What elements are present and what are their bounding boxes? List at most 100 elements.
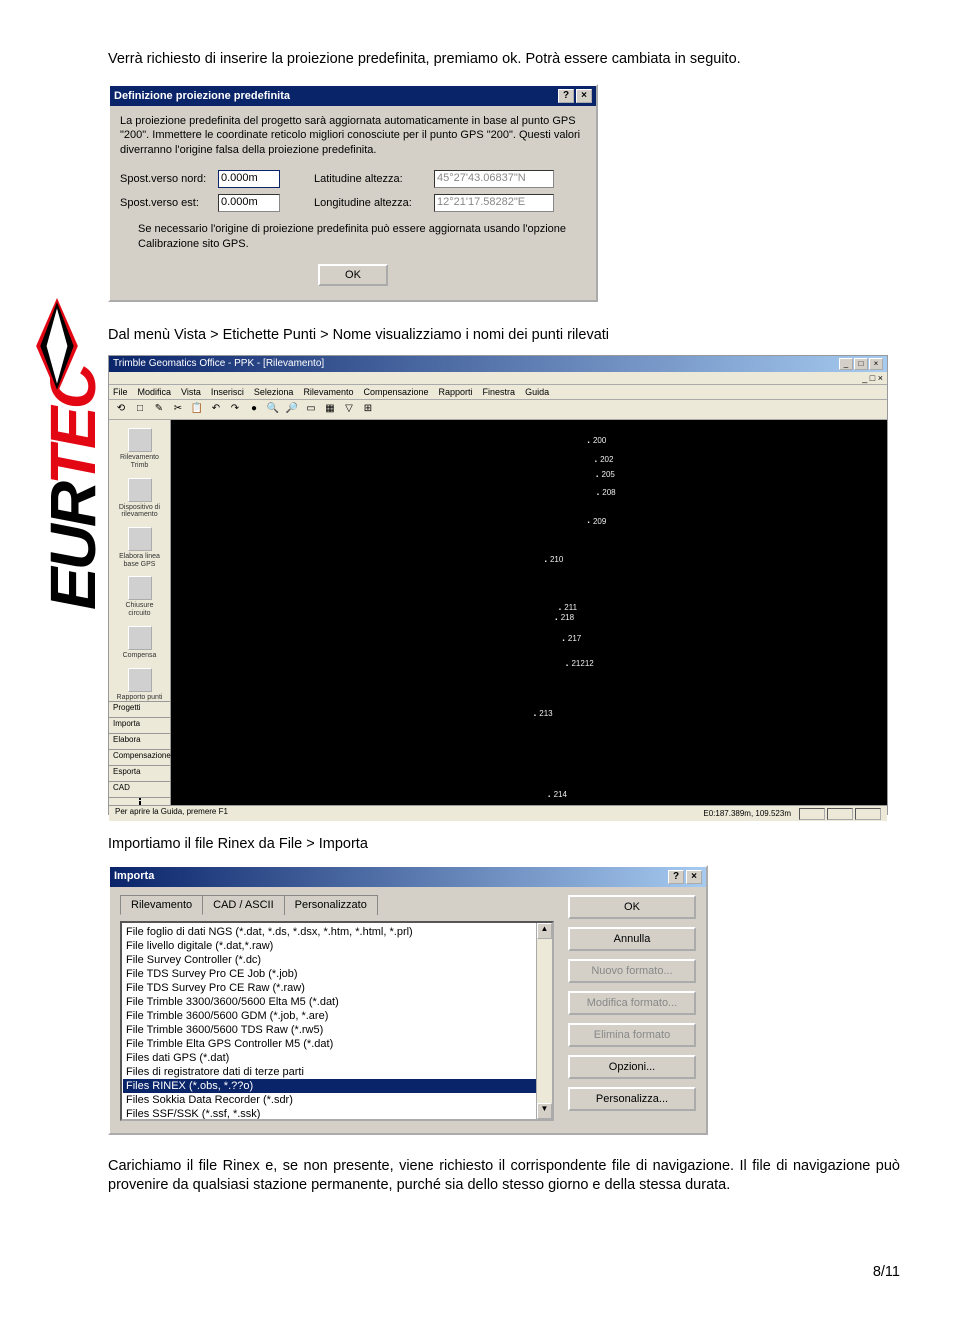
sidebar-tool[interactable]: Compensa [116, 626, 164, 660]
app-plot-area[interactable]: 200 202 205 208 209 210 211218 217 21212 213 214 [171, 420, 887, 805]
list-item[interactable]: Files RINEX (*.obs, *.??o) [123, 1079, 551, 1093]
options-button[interactable]: Opzioni... [568, 1055, 696, 1079]
tool-icon[interactable]: ✂ [170, 402, 186, 418]
plot-point[interactable]: 210 [543, 555, 563, 564]
menu-rilevamento[interactable]: Rilevamento [303, 387, 353, 397]
plot-point[interactable]: 218 [554, 613, 574, 622]
sidebar-tool[interactable]: Rilevamento Trimb [116, 428, 164, 469]
plot-point[interactable]: 217 [561, 634, 581, 643]
tool-icon[interactable]: ▽ [341, 402, 357, 418]
east-offset-label: Spost.verso est: [120, 197, 208, 209]
close-icon[interactable]: × [869, 358, 883, 370]
tab-personalizzato[interactable]: Personalizzato [284, 895, 378, 915]
minimize-icon[interactable]: _ [839, 358, 853, 370]
menu-rapporti[interactable]: Rapporti [439, 387, 473, 397]
sidebar-tool[interactable]: Dispositivo di rilevamento [116, 478, 164, 519]
logo-text: EURTEC [36, 366, 110, 610]
tool-icon[interactable]: ↷ [227, 402, 243, 418]
scroll-down-icon[interactable]: ▼ [537, 1103, 552, 1119]
logo-diamond-icon [36, 298, 78, 394]
sidebar-tool[interactable]: Elabora linea base GPS [116, 527, 164, 568]
tool-icon[interactable]: ↶ [208, 402, 224, 418]
latitude-input[interactable]: 45°27'43.06837"N [434, 170, 554, 188]
list-item[interactable]: Files SSF/SSK (*.ssf, *.ssk) [123, 1107, 551, 1121]
list-item[interactable]: File Trimble 3300/3600/5600 Elta M5 (*.d… [123, 995, 551, 1009]
maximize-icon[interactable]: □ [854, 358, 868, 370]
tab-cad-ascii[interactable]: CAD / ASCII [202, 895, 285, 915]
plot-point[interactable]: 209 [586, 517, 606, 526]
ok-button[interactable]: OK [318, 264, 388, 286]
tool-icon[interactable]: 🔎 [284, 402, 300, 418]
list-item[interactable]: File foglio di dati NGS (*.dat, *.ds, *.… [123, 925, 551, 939]
sidebar-pager[interactable] [109, 797, 170, 805]
longitude-input[interactable]: 12°21'17.58282"E [434, 194, 554, 212]
plot-point[interactable]: 205 [595, 470, 615, 479]
list-item[interactable]: File TDS Survey Pro CE Job (*.job) [123, 967, 551, 981]
child-minimize-icon[interactable]: _ [862, 373, 867, 383]
plot-point[interactable]: 202 [593, 455, 613, 464]
plot-point[interactable]: 208 [596, 488, 616, 497]
sidebar-tab-compensazione[interactable]: Compensazione [109, 749, 170, 765]
intro-paragraph: Verrà richiesto di inserire la proiezion… [108, 50, 900, 70]
list-item[interactable]: File livello digitale (*.dat,*.raw) [123, 939, 551, 953]
sidebar-tool[interactable]: Rapporto punti [116, 668, 164, 702]
tool-icon[interactable]: 🔍 [265, 402, 281, 418]
sidebar-tab-elabora[interactable]: Elabora [109, 733, 170, 749]
menu-modifica[interactable]: Modifica [138, 387, 172, 397]
tool-icon[interactable]: ⟲ [113, 402, 129, 418]
menu-vista[interactable]: Vista [181, 387, 201, 397]
north-offset-label: Spost.verso nord: [120, 173, 208, 185]
sidebar-tab-cad[interactable]: CAD [109, 781, 170, 797]
help-button[interactable]: ? [668, 870, 684, 884]
tool-icon[interactable]: ● [246, 402, 262, 418]
list-item[interactable]: Files di registratore dati di terze part… [123, 1065, 551, 1079]
latitude-label: Latitudine altezza: [314, 173, 424, 185]
tool-icon[interactable]: 📋 [189, 402, 205, 418]
tool-icon[interactable]: ▭ [303, 402, 319, 418]
app-toolbar: ⟲ □ ✎ ✂ 📋 ↶ ↷ ● 🔍 🔎 ▭ ▦ ▽ ⊞ [109, 400, 887, 420]
plot-point[interactable]: 200 [586, 436, 606, 445]
list-item[interactable]: File Trimble Elta GPS Controller M5 (*.d… [123, 1037, 551, 1051]
plot-point[interactable]: 213 [533, 709, 553, 718]
ok-button[interactable]: OK [568, 895, 696, 919]
list-item[interactable]: File Trimble 3600/5600 GDM (*.job, *.are… [123, 1009, 551, 1023]
cancel-button[interactable]: Annulla [568, 927, 696, 951]
plot-point[interactable]: 21212 [565, 659, 594, 668]
menu-finestra[interactable]: Finestra [483, 387, 516, 397]
tool-icon[interactable]: ✎ [151, 402, 167, 418]
child-close-icon[interactable]: × [878, 373, 883, 383]
format-listbox[interactable]: File foglio di dati NGS (*.dat, *.ds, *.… [120, 921, 554, 1121]
menu-file[interactable]: File [113, 387, 128, 397]
close-button[interactable]: × [686, 870, 702, 884]
scroll-up-icon[interactable]: ▲ [537, 923, 552, 939]
tool-icon [128, 527, 152, 551]
customize-button[interactable]: Personalizza... [568, 1087, 696, 1111]
scrollbar[interactable]: ▲ ▼ [536, 923, 552, 1119]
close-button[interactable]: × [576, 89, 592, 103]
tool-icon[interactable]: ▦ [322, 402, 338, 418]
app-child-titlebar: _ □ × [109, 372, 887, 385]
east-offset-input[interactable]: 0.000m [218, 194, 280, 212]
menu-guida[interactable]: Guida [525, 387, 549, 397]
list-item[interactable]: Files dati GPS (*.dat) [123, 1051, 551, 1065]
menu-compensazione[interactable]: Compensazione [363, 387, 428, 397]
tab-rilevamento[interactable]: Rilevamento [120, 895, 203, 915]
menu-seleziona[interactable]: Seleziona [254, 387, 294, 397]
north-offset-input[interactable]: 0.000m [218, 170, 280, 188]
list-item[interactable]: File TDS Survey Pro CE Raw (*.raw) [123, 981, 551, 995]
tool-icon [128, 478, 152, 502]
plot-point[interactable]: 211 [558, 603, 577, 612]
list-item[interactable]: Files Sokkia Data Recorder (*.sdr) [123, 1093, 551, 1107]
menu-inserisci[interactable]: Inserisci [211, 387, 244, 397]
plot-point[interactable]: 214 [547, 790, 567, 799]
sidebar-tab-progetti[interactable]: Progetti [109, 701, 170, 717]
list-item[interactable]: File Survey Controller (*.dc) [123, 953, 551, 967]
sidebar-tool[interactable]: Chiusure circuito [116, 576, 164, 617]
list-item[interactable]: File Trimble 3600/5600 TDS Raw (*.rw5) [123, 1023, 551, 1037]
sidebar-tab-importa[interactable]: Importa [109, 717, 170, 733]
tool-icon[interactable]: ⊞ [360, 402, 376, 418]
help-button[interactable]: ? [558, 89, 574, 103]
tool-icon[interactable]: □ [132, 402, 148, 418]
sidebar-tab-esporta[interactable]: Esporta [109, 765, 170, 781]
child-maximize-icon[interactable]: □ [870, 373, 875, 383]
